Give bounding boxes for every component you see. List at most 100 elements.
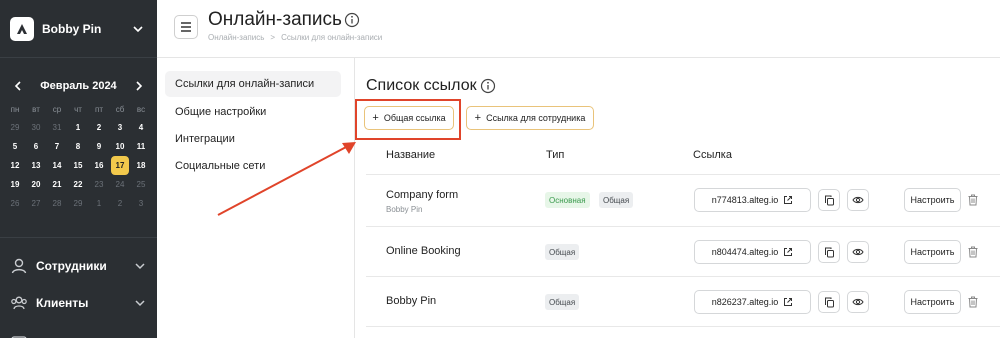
- calendar-day[interactable]: 15: [68, 156, 88, 175]
- settings-nav-links[interactable]: Ссылки для онлайн-записи: [165, 71, 341, 97]
- calendar-day-today[interactable]: 17: [111, 156, 129, 175]
- preview-button[interactable]: [847, 291, 869, 313]
- calendar-day[interactable]: 14: [47, 156, 67, 175]
- configure-button[interactable]: Настроить: [904, 188, 961, 212]
- copy-icon: [824, 195, 834, 205]
- table-row: Company form Bobby Pin Основная Общая n7…: [366, 174, 1000, 224]
- preview-button[interactable]: [847, 189, 869, 211]
- copy-button[interactable]: [818, 291, 840, 313]
- trash-icon[interactable]: [966, 295, 980, 309]
- calendar-day[interactable]: 29: [5, 118, 25, 137]
- configure-button[interactable]: Настроить: [904, 290, 961, 314]
- breadcrumb-item[interactable]: Онлайн-запись: [208, 33, 264, 42]
- breadcrumb-item: Ссылки для онлайн-записи: [281, 33, 383, 42]
- calendar-day[interactable]: 5: [5, 137, 25, 156]
- settings-nav-general[interactable]: Общие настройки: [165, 99, 341, 125]
- calendar-day[interactable]: 22: [68, 175, 88, 194]
- trash-icon[interactable]: [966, 193, 980, 207]
- preview-button[interactable]: [847, 241, 869, 263]
- add-staff-link-button[interactable]: + Ссылка для сотрудника: [466, 106, 594, 130]
- calendar-day[interactable]: 23: [89, 175, 109, 194]
- user-icon: [10, 257, 28, 275]
- calendar-day[interactable]: 3: [110, 118, 130, 137]
- column-header-name: Название: [386, 149, 436, 161]
- configure-button[interactable]: Настроить: [904, 240, 961, 264]
- calendar-weekday: сб: [115, 104, 125, 114]
- chevron-right-icon[interactable]: [131, 78, 147, 94]
- info-icon[interactable]: [480, 78, 496, 94]
- column-header-link: Ссылка: [693, 149, 732, 161]
- calendar-day[interactable]: 27: [26, 194, 46, 213]
- calendar-day[interactable]: 25: [131, 175, 151, 194]
- badge-general: Общая: [599, 192, 634, 208]
- settings-nav-social[interactable]: Социальные сети: [165, 153, 341, 179]
- calendar-day[interactable]: 10: [110, 137, 130, 156]
- hamburger-icon: [181, 22, 191, 32]
- sidebar-item-staff[interactable]: Сотрудники: [10, 255, 147, 277]
- eye-icon: [852, 298, 864, 306]
- calendar-day[interactable]: 30: [26, 118, 46, 137]
- logo-icon: [10, 16, 34, 41]
- link-name: Company form: [386, 189, 459, 201]
- brand-switcher[interactable]: Bobby Pin: [0, 0, 157, 58]
- booking-link[interactable]: n804474.alteg.io: [694, 240, 811, 264]
- calendar-day[interactable]: 8: [68, 137, 88, 156]
- page-header: Онлайн-запись Онлайн-запись > Ссылки для…: [157, 0, 1000, 58]
- calendar-day[interactable]: 31: [47, 118, 67, 137]
- sidebar-item-label: Сотрудники: [36, 259, 107, 273]
- calendar-day[interactable]: 18: [131, 156, 151, 175]
- link-owner: Bobby Pin: [386, 205, 423, 214]
- link-url: n826237.alteg.io: [711, 297, 779, 307]
- sidebar: Bobby Pin Февраль 2024 пн вт ср чт пт сб вс 29 3…: [0, 0, 157, 338]
- calendar-weekday: вт: [32, 104, 40, 114]
- calendar-header: Февраль 2024: [0, 72, 157, 100]
- calendar-day[interactable]: 24: [110, 175, 130, 194]
- calendar-day[interactable]: 2: [110, 194, 130, 213]
- trash-icon[interactable]: [966, 245, 980, 259]
- external-link-icon: [784, 196, 793, 204]
- settings-nav: Ссылки для онлайн-записи Общие настройки…: [157, 58, 355, 338]
- calendar-day[interactable]: 26: [5, 194, 25, 213]
- sidebar-item-clients[interactable]: Клиенты: [10, 292, 147, 314]
- badge-main: Основная: [545, 192, 590, 208]
- calendar-day[interactable]: 16: [89, 156, 109, 175]
- calendar-day[interactable]: 1: [89, 194, 109, 213]
- copy-button[interactable]: [818, 189, 840, 211]
- mini-calendar: Февраль 2024 пн вт ср чт пт сб вс 29 30 31 1 2 3 4 5 6 7…: [0, 72, 157, 213]
- calendar-day[interactable]: 21: [47, 175, 67, 194]
- calendar-day[interactable]: 28: [47, 194, 67, 213]
- chevron-down-icon: [133, 259, 147, 273]
- annotation-highlight-box: [355, 99, 461, 140]
- calendar-day[interactable]: 19: [5, 175, 25, 194]
- table-row: Online Booking Общая n804474.alteg.io На…: [366, 226, 1000, 276]
- booking-link[interactable]: n774813.alteg.io: [694, 188, 811, 212]
- booking-link[interactable]: n826237.alteg.io: [694, 290, 811, 314]
- calendar-weekday: пн: [10, 104, 20, 114]
- sidebar-divider: [0, 237, 157, 238]
- calendar-day[interactable]: 20: [26, 175, 46, 194]
- info-icon[interactable]: [344, 12, 360, 28]
- calendar-day[interactable]: 3: [131, 194, 151, 213]
- link-url: n774813.alteg.io: [711, 195, 779, 205]
- sidebar-item-label: Клиенты: [36, 296, 89, 310]
- menu-button[interactable]: [174, 15, 198, 39]
- calendar-day[interactable]: 12: [5, 156, 25, 175]
- calendar-day[interactable]: 1: [68, 118, 88, 137]
- calendar-day[interactable]: 11: [131, 137, 151, 156]
- calendar-weekday: вс: [136, 104, 146, 114]
- calendar-day[interactable]: 9: [89, 137, 109, 156]
- copy-icon: [824, 247, 834, 257]
- external-link-icon: [784, 298, 793, 306]
- link-url: n804474.alteg.io: [711, 247, 779, 257]
- link-name: Online Booking: [386, 245, 461, 257]
- calendar-day[interactable]: 6: [26, 137, 46, 156]
- calendar-day[interactable]: 7: [47, 137, 67, 156]
- calendar-day[interactable]: 4: [131, 118, 151, 137]
- calendar-day[interactable]: 29: [68, 194, 88, 213]
- settings-nav-integrations[interactable]: Интеграции: [165, 126, 341, 152]
- calendar-day[interactable]: 13: [26, 156, 46, 175]
- table-row: Bobby Pin Общая n826237.alteg.io Настрои…: [366, 276, 1000, 326]
- copy-button[interactable]: [818, 241, 840, 263]
- calendar-day[interactable]: 2: [89, 118, 109, 137]
- chevron-left-icon[interactable]: [10, 78, 26, 94]
